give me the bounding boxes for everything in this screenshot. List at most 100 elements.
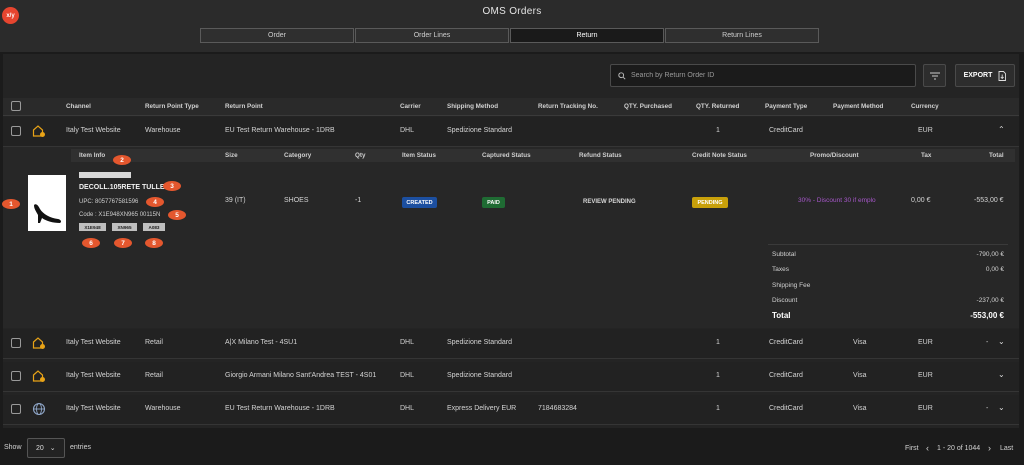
channel: Italy Test Website xyxy=(66,127,121,134)
item-size: 39 (IT) xyxy=(225,197,246,204)
col-credit-note-status: Credit Note Status xyxy=(692,152,747,159)
item-status-badge: CREATED xyxy=(402,197,437,208)
detail-header: Item Info Size Category Qty Item Status … xyxy=(71,149,1015,162)
qty-returned: 1 xyxy=(716,339,720,346)
summary-divider xyxy=(768,244,1008,245)
item-upc: UPC: 8057767581596 xyxy=(79,199,139,205)
page-size-select[interactable]: 20 ⌄ xyxy=(27,438,65,458)
qty-returned: 1 xyxy=(716,405,720,412)
col-qty-returned[interactable]: QTY. Returned xyxy=(696,103,739,110)
row-actions: - xyxy=(986,339,989,346)
globe-icon xyxy=(32,402,46,416)
table-row[interactable]: Italy Test Website Warehouse EU Test Ret… xyxy=(3,117,1019,147)
tab-bar: Order Order Lines Return Return Lines xyxy=(200,28,820,43)
currency: EUR xyxy=(918,339,933,346)
return-point: EU Test Return Warehouse - 1DRB xyxy=(225,127,335,134)
table-row[interactable]: Italy Test Website Retail A|X Milano Tes… xyxy=(3,329,1019,359)
annotation-marker: 7 xyxy=(114,238,132,248)
payment-type: CreditCard xyxy=(769,127,803,134)
return-point-type: Warehouse xyxy=(145,127,181,134)
warehouse-icon xyxy=(32,337,45,349)
col-shipping-method[interactable]: Shipping Method xyxy=(447,103,498,110)
warehouse-icon xyxy=(32,125,45,137)
discount-value: -237,00 € xyxy=(976,297,1004,304)
channel: Italy Test Website xyxy=(66,405,121,412)
search-field[interactable] xyxy=(610,64,916,87)
total-label: Total xyxy=(772,311,791,320)
annotation-marker: 4 xyxy=(146,197,164,207)
payment-method: Visa xyxy=(853,372,867,379)
carrier: DHL xyxy=(400,127,415,134)
qty-returned: 1 xyxy=(716,372,720,379)
col-payment-type[interactable]: Payment Type xyxy=(765,103,807,110)
search-icon xyxy=(618,71,626,80)
last-page-link[interactable]: Last xyxy=(1000,445,1013,452)
return-point: EU Test Return Warehouse - 1DRB xyxy=(225,405,335,412)
col-payment-method[interactable]: Payment Method xyxy=(833,103,883,110)
export-file-icon xyxy=(998,70,1007,81)
redacted-field xyxy=(79,172,131,178)
payment-type: CreditCard xyxy=(769,339,803,346)
chevron-down-icon: ⌄ xyxy=(49,445,56,452)
row-checkbox[interactable] xyxy=(11,126,21,136)
row-checkbox[interactable] xyxy=(11,404,21,414)
tab-return[interactable]: Return xyxy=(510,28,664,43)
item-tax: 0,00 € xyxy=(911,197,931,204)
col-item-status: Item Status xyxy=(402,152,436,159)
col-return-point[interactable]: Return Point xyxy=(225,103,263,110)
col-currency[interactable]: Currency xyxy=(911,103,939,110)
carrier: DHL xyxy=(400,339,415,346)
shipping-fee-label: Shipping Fee xyxy=(772,282,811,289)
search-input[interactable] xyxy=(631,72,891,79)
chevron-down-icon[interactable]: ⌄ xyxy=(998,370,1005,379)
return-point-type: Retail xyxy=(145,372,163,379)
col-return-tracking[interactable]: Return Tracking No. xyxy=(538,103,598,110)
filter-button[interactable] xyxy=(923,64,946,87)
filter-icon xyxy=(929,72,940,79)
table-row[interactable]: Italy Test Website Warehouse EU Test Ret… xyxy=(3,395,1019,425)
product-image[interactable] xyxy=(28,175,66,231)
row-checkbox[interactable] xyxy=(11,371,21,381)
export-label: EXPORT xyxy=(963,72,993,79)
promo-discount: 30% - Discount 30 if emplo xyxy=(798,197,876,204)
show-label: Show xyxy=(4,444,22,451)
shipping-method: Spedizione Standard xyxy=(447,127,512,134)
item-tag: XN965 xyxy=(112,223,137,231)
col-carrier[interactable]: Carrier xyxy=(400,103,421,110)
payment-type: CreditCard xyxy=(769,405,803,412)
taxes-label: Taxes xyxy=(772,266,789,273)
next-page-icon[interactable]: › xyxy=(988,443,991,453)
col-channel[interactable]: Channel xyxy=(66,103,91,110)
col-qty: Qty xyxy=(355,152,366,159)
tab-order[interactable]: Order xyxy=(200,28,354,43)
item-tag: A083 xyxy=(143,223,165,231)
payment-method: Visa xyxy=(853,339,867,346)
col-qty-purchased[interactable]: QTY. Purchased xyxy=(624,103,672,110)
col-item-info: Item Info xyxy=(79,152,106,159)
first-page-link[interactable]: First xyxy=(905,445,919,452)
warehouse-icon xyxy=(32,370,45,382)
row-checkbox[interactable] xyxy=(11,338,21,348)
col-return-point-type[interactable]: Return Point Type xyxy=(145,103,199,110)
annotation-marker: 2 xyxy=(113,155,131,165)
tab-order-lines[interactable]: Order Lines xyxy=(355,28,509,43)
chevron-down-icon[interactable]: ⌄ xyxy=(998,337,1005,346)
tab-return-lines[interactable]: Return Lines xyxy=(665,28,819,43)
taxes-value: 0,00 € xyxy=(985,266,1004,273)
shipping-method: Spedizione Standard xyxy=(447,339,512,346)
export-button[interactable]: EXPORT xyxy=(955,64,1015,87)
prev-page-icon[interactable]: ‹ xyxy=(926,443,929,453)
col-promo-discount: Promo/Discount xyxy=(810,152,859,159)
row-actions: - xyxy=(986,405,989,412)
return-point-type: Warehouse xyxy=(145,405,181,412)
chevron-down-icon[interactable]: ⌄ xyxy=(998,403,1005,412)
item-code: Code : X1E948XN965 00115N xyxy=(79,212,161,218)
table-row[interactable]: Italy Test Website Retail Giorgio Armani… xyxy=(3,362,1019,392)
page-size-value: 20 xyxy=(36,444,44,452)
chevron-up-icon[interactable]: ⌃ xyxy=(998,125,1005,134)
channel: Italy Test Website xyxy=(66,372,121,379)
select-all-checkbox[interactable] xyxy=(11,101,21,111)
shipping-method: Express Delivery EUR xyxy=(447,405,517,412)
return-point: Giorgio Armani Milano Sant'Andrea TEST -… xyxy=(225,372,377,379)
col-captured-status: Captured Status xyxy=(482,152,531,159)
